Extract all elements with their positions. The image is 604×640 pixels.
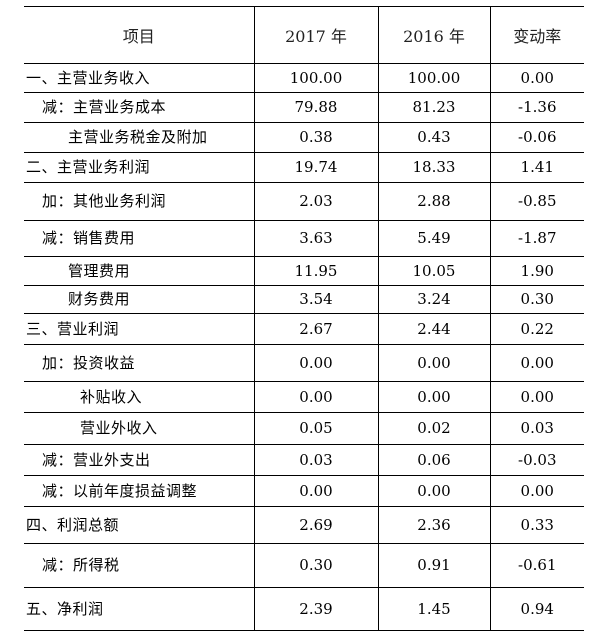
cell-2016: 0.00: [378, 475, 491, 507]
row-label: 补贴收入: [24, 381, 255, 413]
table-row: 四、利润总额 2.69 2.36 0.33: [24, 506, 584, 544]
table-row: 财务费用 3.54 3.24 0.30: [24, 285, 584, 314]
table-row: 补贴收入 0.00 0.00 0.00: [24, 381, 584, 413]
cell-2016: 2.44: [378, 313, 491, 345]
table-row: 减：营业外支出 0.03 0.06 -0.03: [24, 444, 584, 476]
table-row: 主营业务税金及附加 0.38 0.43 -0.06: [24, 122, 584, 153]
table-row: 五、净利润 2.39 1.45 0.94: [24, 587, 584, 631]
cell-change: -0.85: [490, 182, 584, 221]
cell-change: 0.00: [490, 475, 584, 507]
cell-2017: 3.54: [254, 285, 379, 314]
cell-2017: 0.38: [254, 122, 379, 153]
cell-2017: 0.30: [254, 543, 379, 588]
cell-change: 1.90: [490, 256, 584, 286]
cell-2016: 0.00: [378, 381, 491, 413]
table-row: 减：销售费用 3.63 5.49 -1.87: [24, 220, 584, 257]
cell-2016: 0.43: [378, 122, 491, 153]
cell-change: 0.03: [490, 412, 584, 445]
cell-2016: 0.00: [378, 344, 491, 382]
cell-change: -0.06: [490, 122, 584, 153]
cell-2016: 0.91: [378, 543, 491, 588]
cell-2016: 1.45: [378, 587, 491, 631]
cell-change: -0.03: [490, 444, 584, 476]
row-label: 二、主营业务利润: [24, 152, 255, 183]
table-row: 二、主营业务利润 19.74 18.33 1.41: [24, 152, 584, 183]
cell-2017: 0.00: [254, 475, 379, 507]
table-row: 减：主营业务成本 79.88 81.23 -1.36: [24, 92, 584, 123]
row-label: 加：其他业务利润: [24, 182, 255, 221]
cell-2017: 3.63: [254, 220, 379, 257]
row-label: 减：以前年度损益调整: [24, 475, 255, 507]
header-2016: 2016 年: [378, 6, 491, 64]
row-label: 减：主营业务成本: [24, 92, 255, 123]
cell-2017: 2.67: [254, 313, 379, 345]
row-label: 营业外收入: [24, 412, 255, 445]
header-2017: 2017 年: [254, 6, 379, 64]
cell-change: 0.00: [490, 344, 584, 382]
cell-2017: 19.74: [254, 152, 379, 183]
row-label: 减：营业外支出: [24, 444, 255, 476]
cell-change: 0.33: [490, 506, 584, 544]
row-label: 减：销售费用: [24, 220, 255, 257]
table-row: 减：以前年度损益调整 0.00 0.00 0.00: [24, 475, 584, 507]
cell-2017: 0.00: [254, 344, 379, 382]
cell-2017: 0.00: [254, 381, 379, 413]
cell-2016: 5.49: [378, 220, 491, 257]
header-change: 变动率: [490, 6, 584, 64]
cell-2017: 0.05: [254, 412, 379, 445]
income-statement-table-container: 项目 2017 年 2016 年 变动率 一、主营业务收入 100.00 100…: [24, 6, 584, 631]
cell-change: 0.22: [490, 313, 584, 345]
table-row: 三、营业利润 2.67 2.44 0.22: [24, 313, 584, 345]
cell-change: 0.00: [490, 63, 584, 93]
row-label: 管理费用: [24, 256, 255, 286]
row-label: 加：投资收益: [24, 344, 255, 382]
row-label: 减：所得税: [24, 543, 255, 588]
cell-2016: 0.06: [378, 444, 491, 476]
row-label: 五、净利润: [24, 587, 255, 631]
cell-change: 0.94: [490, 587, 584, 631]
cell-change: -1.87: [490, 220, 584, 257]
cell-2016: 2.88: [378, 182, 491, 221]
cell-2017: 2.03: [254, 182, 379, 221]
cell-2016: 10.05: [378, 256, 491, 286]
table-row: 营业外收入 0.05 0.02 0.03: [24, 412, 584, 445]
cell-change: 1.41: [490, 152, 584, 183]
cell-2017: 79.88: [254, 92, 379, 123]
table-row: 加：其他业务利润 2.03 2.88 -0.85: [24, 182, 584, 221]
cell-change: 0.00: [490, 381, 584, 413]
cell-2016: 18.33: [378, 152, 491, 183]
cell-2017: 2.69: [254, 506, 379, 544]
cell-2017: 100.00: [254, 63, 379, 93]
income-statement-table: 项目 2017 年 2016 年 变动率 一、主营业务收入 100.00 100…: [24, 6, 584, 631]
header-item: 项目: [24, 6, 255, 64]
table-row: 减：所得税 0.30 0.91 -0.61: [24, 543, 584, 588]
table-row: 一、主营业务收入 100.00 100.00 0.00: [24, 63, 584, 93]
table-header-row: 项目 2017 年 2016 年 变动率: [24, 6, 584, 64]
row-label: 一、主营业务收入: [24, 63, 255, 93]
row-label: 主营业务税金及附加: [24, 122, 255, 153]
row-label: 三、营业利润: [24, 313, 255, 345]
table-row: 管理费用 11.95 10.05 1.90: [24, 256, 584, 286]
cell-2016: 81.23: [378, 92, 491, 123]
cell-change: -0.61: [490, 543, 584, 588]
cell-2017: 0.03: [254, 444, 379, 476]
cell-change: -1.36: [490, 92, 584, 123]
cell-2016: 0.02: [378, 412, 491, 445]
cell-2017: 11.95: [254, 256, 379, 286]
cell-2017: 2.39: [254, 587, 379, 631]
cell-change: 0.30: [490, 285, 584, 314]
row-label: 财务费用: [24, 285, 255, 314]
cell-2016: 3.24: [378, 285, 491, 314]
row-label: 四、利润总额: [24, 506, 255, 544]
cell-2016: 2.36: [378, 506, 491, 544]
cell-2016: 100.00: [378, 63, 491, 93]
table-row: 加：投资收益 0.00 0.00 0.00: [24, 344, 584, 382]
